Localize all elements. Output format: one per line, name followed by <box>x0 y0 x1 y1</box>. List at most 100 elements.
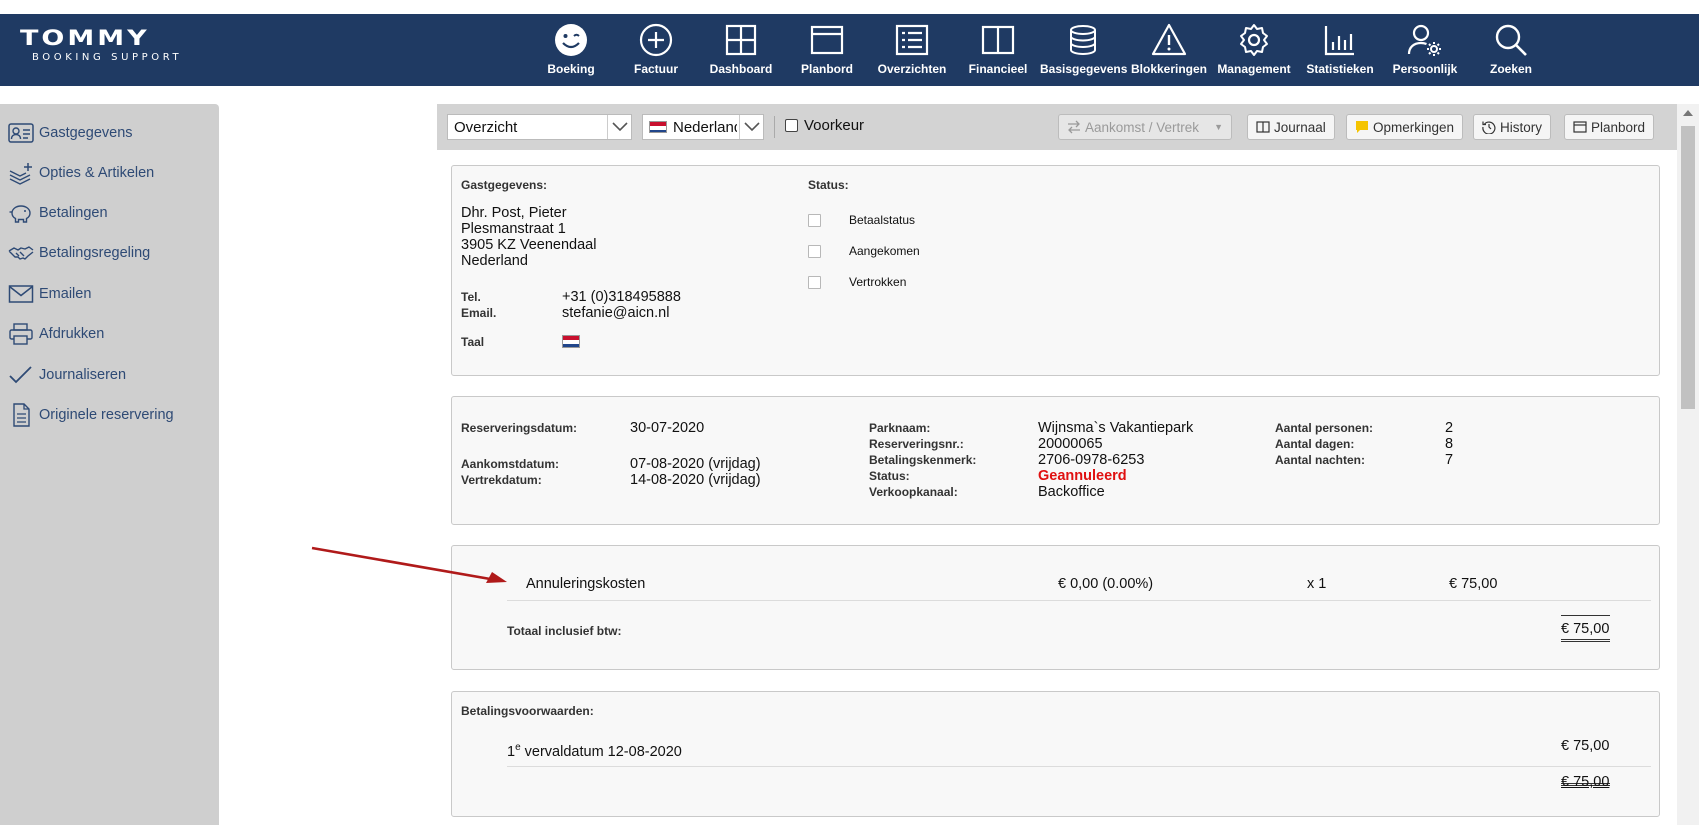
due-date-text: vervaldatum 12-08-2020 <box>520 743 682 760</box>
sidebar-item-emailen[interactable]: Emailen <box>0 279 219 309</box>
reservation-number-label: Reserveringsnr.: <box>869 437 964 451</box>
handshake-icon <box>8 246 34 260</box>
window-icon <box>1573 121 1587 133</box>
swap-arrows-icon <box>1068 120 1080 134</box>
email-label: Email. <box>461 306 497 320</box>
reservation-number: 20000065 <box>1038 436 1103 452</box>
nav-label: Persoonlijk <box>1392 62 1458 76</box>
park-name: Wijnsma`s Vakantiepark <box>1038 420 1194 436</box>
status-checkbox-betaalstatus[interactable] <box>808 214 821 227</box>
guest-panel: Gastgegevens: Dhr. Post, Pieter Plesmans… <box>451 165 1660 376</box>
row-divider <box>507 766 1651 767</box>
grid-icon <box>725 24 757 56</box>
sidebar-item-afdrukken[interactable]: Afdrukken <box>0 319 219 349</box>
brand-name: TOMMY <box>20 25 150 51</box>
nav-label: Statistieken <box>1306 62 1374 76</box>
nav-boeking[interactable]: Boeking <box>528 14 614 86</box>
planbord-button[interactable]: Planbord <box>1564 114 1655 140</box>
status-label: Aangekomen <box>849 244 920 258</box>
nav-label: Factuur <box>633 62 678 76</box>
window-icon <box>810 25 844 55</box>
brand-logo[interactable]: TOMMY BOOKING SUPPORT <box>20 25 210 68</box>
sidebar-item-label: Afdrukken <box>39 326 105 342</box>
guest-email[interactable]: stefanie@aicn.nl <box>562 305 669 321</box>
costs-panel: Annuleringskosten € 0,00 (0.00%) x 1 € 7… <box>451 545 1660 670</box>
reservation-date-label: Reserveringsdatum: <box>461 421 578 435</box>
sidebar-item-label: Journaliseren <box>39 367 127 383</box>
nav-factuur[interactable]: Factuur <box>613 14 699 86</box>
arrival-departure-button[interactable]: Aankomst / Vertrek ▼ <box>1058 114 1232 140</box>
history-icon <box>1482 121 1496 134</box>
nav-statistieken[interactable]: Statistieken <box>1297 14 1383 86</box>
departure-label: Vertrekdatum: <box>461 473 542 487</box>
page-scrollbar[interactable] <box>1677 104 1699 825</box>
preference-checkbox[interactable]: Voorkeur <box>785 117 864 134</box>
sidebar-item-opties-artikelen[interactable]: Opties & Artikelen <box>0 158 219 188</box>
journal-button[interactable]: Journaal <box>1247 114 1335 140</box>
due-date-line: 1e vervaldatum 12-08-2020 <box>507 742 682 760</box>
main-navbar: TOMMY BOOKING SUPPORT Boeking Factuur Da… <box>0 14 1699 86</box>
checkmark-icon <box>9 366 32 384</box>
arrival-label: Aankomstdatum: <box>461 457 560 471</box>
sidebar-item-gastgegevens[interactable]: Gastgegevens <box>0 118 219 148</box>
total-label: Totaal inclusief btw: <box>507 624 622 638</box>
sidebar-item-journaliseren[interactable]: Journaliseren <box>0 360 219 390</box>
nights-label: Aantal nachten: <box>1275 453 1366 467</box>
nav-persoonlijk[interactable]: Persoonlijk <box>1382 14 1468 86</box>
nav-label: Financieel <box>968 62 1028 76</box>
preference-checkbox-box[interactable] <box>785 119 798 132</box>
cost-item-name: Annuleringskosten <box>526 576 646 592</box>
language-label: Taal <box>461 335 485 349</box>
status-label: Betaalstatus <box>849 213 916 227</box>
due-ordinal: 1 <box>507 743 516 760</box>
payment-terms-total: € 75,00 <box>1561 774 1610 790</box>
sidebar-item-betalingsregeling[interactable]: Betalingsregeling <box>0 238 219 268</box>
park-label: Parknaam: <box>869 421 931 435</box>
cost-item-quantity: x 1 <box>1307 576 1327 592</box>
nav-financieel[interactable]: Financieel <box>955 14 1041 86</box>
cost-item-amount: € 75,00 <box>1449 576 1498 592</box>
reservation-status: Geannuleerd <box>1038 468 1127 484</box>
language-select[interactable]: Nederland <box>642 114 764 140</box>
history-button[interactable]: History <box>1473 114 1552 140</box>
sidebar-item-betalingen[interactable]: Betalingen <box>0 198 219 228</box>
status-heading: Status: <box>808 178 849 192</box>
arrival-date: 07-08-2020 (vrijdag) <box>630 456 761 472</box>
payment-terms-heading: Betalingsvoorwaarden: <box>461 704 594 718</box>
scroll-thumb[interactable] <box>1681 126 1695 409</box>
nights-count: 7 <box>1445 452 1454 468</box>
view-select[interactable]: Overzicht <box>447 114 632 140</box>
total-amount: € 75,00 <box>1561 621 1610 637</box>
sidebar-item-label: Opties & Artikelen <box>39 165 155 181</box>
printer-icon <box>9 323 33 345</box>
status-label: Vertrokken <box>849 275 907 289</box>
nav-label: Planbord <box>800 62 853 76</box>
nav-planbord[interactable]: Planbord <box>784 14 870 86</box>
nav-overzichten[interactable]: Overzichten <box>869 14 955 86</box>
guest-name: Dhr. Post, Pieter <box>461 205 567 221</box>
annotation-arrow-icon <box>311 546 507 583</box>
list-icon <box>895 24 929 56</box>
sidebar-item-originele-reservering[interactable]: Originele reservering <box>0 400 219 430</box>
nav-management[interactable]: Management <box>1211 14 1297 86</box>
brand-tagline: BOOKING SUPPORT <box>32 52 183 63</box>
remarks-button[interactable]: Opmerkingen <box>1346 114 1464 140</box>
due-amount: € 75,00 <box>1561 738 1610 754</box>
nav-dashboard[interactable]: Dashboard <box>698 14 784 86</box>
status-checkbox-vertrokken[interactable] <box>808 276 821 289</box>
search-icon <box>1495 24 1527 56</box>
sidebar-item-label: Emailen <box>39 286 92 302</box>
scroll-up-arrow-icon[interactable] <box>1683 110 1693 116</box>
nav-label: Zoeken <box>1489 62 1532 76</box>
dutch-flag-icon <box>649 121 667 133</box>
cost-item-price: € 0,00 (0.00%) <box>1058 576 1154 592</box>
guest-city: 3905 KZ Veenendaal <box>461 237 597 253</box>
nav-basisgegevens[interactable]: Basisgegevens <box>1040 14 1127 86</box>
nav-label: Overzichten <box>877 62 947 76</box>
chevron-down-icon <box>607 115 631 139</box>
sales-channel-label: Verkoopkanaal: <box>869 485 958 499</box>
status-checkbox-aangekomen[interactable] <box>808 245 821 258</box>
id-card-icon <box>8 123 34 143</box>
nav-blokkeringen[interactable]: Blokkeringen <box>1126 14 1212 86</box>
nav-zoeken[interactable]: Zoeken <box>1468 14 1554 86</box>
